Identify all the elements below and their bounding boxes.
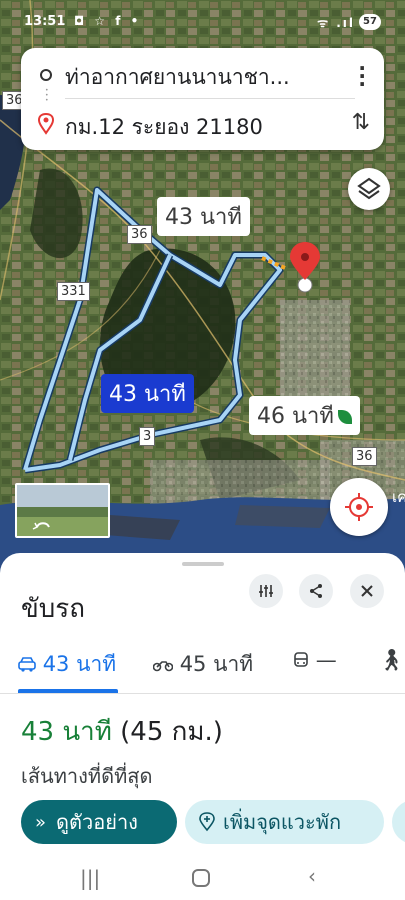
motorcycle-icon [152,661,174,672]
double-chevron-icon: » [35,811,47,833]
destination-pin-icon [38,113,54,135]
road-shield: 3 [139,427,156,446]
tab-drive-label: 43 นาที [42,652,117,676]
directions-input-card: ท่าอากาศยานนานาชา... · · · • • • กม.12 ระยอง… [21,48,384,150]
preview-label: ดูตัวอย่าง [56,810,138,834]
directions-bottom-sheet: ขับรถ 43 นาที 45 นาที — 🚶︎ 43 นาที (45 ก… [0,553,405,900]
maps-directions-screen: 36 36 331 3 36 43 นาที 43 นาที 46 นาที เ… [0,0,405,900]
tab-drive[interactable]: 43 นาที [18,648,116,681]
preview-button[interactable]: » ดูตัวอย่าง [21,800,177,844]
eco-leaf-icon [337,410,352,424]
route-label-alt2[interactable]: 46 นาที [249,396,360,435]
recent-apps-icon[interactable]: ||| [80,866,100,890]
destination-row[interactable]: กม.12 ระยอง 21180 ⇅ [21,100,384,148]
close-button[interactable] [350,574,384,608]
signal-icons: ᯤ .ıl [317,16,355,30]
add-stop-button[interactable]: เพิ่มจุดแวะพัก [185,800,384,844]
location-target-icon [345,493,373,521]
tab-transit[interactable]: — [293,648,337,672]
travel-mode-tabs: 43 นาที 45 นาที — 🚶︎ [0,638,405,694]
notification-icons: ◘ ☆ f • [74,14,142,28]
my-location-button[interactable] [330,478,388,536]
route-summary: เส้นทางที่ดีที่สุด [21,764,153,788]
road-shield: 36 [352,447,377,466]
route-label-alt2-text: 46 นาที [257,404,334,429]
route-duration: 43 นาที (45 กม.) [21,711,223,752]
road-shield: 331 [57,282,90,301]
route-label-main[interactable]: 43 นาที [101,374,194,413]
origin-row[interactable]: ท่าอากาศยานนานาชา... · · · [21,50,384,98]
origin-circle-icon [40,69,52,81]
tab-walk[interactable]: 🚶︎ 8 [378,648,405,673]
more-actions-button[interactable] [392,800,405,844]
sheet-title: ขับรถ [21,594,85,624]
kebab-menu-icon[interactable]: · · · [358,58,366,94]
close-icon [361,585,373,597]
system-nav-bar: ||| ‹ [0,858,405,900]
active-tab-indicator [18,689,118,693]
layers-button[interactable] [348,168,390,210]
duration-time: 43 นาที [21,717,112,747]
transit-icon [294,652,308,667]
back-icon[interactable]: ‹ [308,864,316,888]
status-bar: 13:51 ◘ ☆ f • ᯤ .ıl 57 [0,0,405,44]
home-icon[interactable] [192,869,210,887]
swap-vertical-icon[interactable]: ⇅ [352,110,370,135]
tab-motorcycle-label: 45 นาที [179,652,254,676]
car-icon [18,657,36,672]
route-distance: (45 กม.) [120,717,223,747]
road-shield: 36 [127,225,152,244]
layers-icon [357,177,381,200]
route-label-alt1[interactable]: 43 นาที [157,197,250,236]
battery-icon: 57 [359,14,381,30]
walk-icon: 🚶︎ [378,648,405,672]
sliders-icon [259,585,273,597]
add-stop-pin-icon [199,812,215,832]
street-view-image [17,485,108,536]
tab-motorcycle[interactable]: 45 นาที [152,648,254,681]
input-divider [65,98,355,99]
street-view-thumbnail[interactable] [15,483,110,538]
tab-transit-label: — [315,648,337,672]
status-time: 13:51 [24,14,66,29]
route-options-button[interactable] [249,574,283,608]
map-edge-label: เค [392,488,405,506]
share-icon [310,584,322,598]
destination-field[interactable]: กม.12 ระยอง 21180 [65,111,335,144]
share-button[interactable] [299,574,333,608]
sheet-drag-handle[interactable] [182,562,224,566]
origin-field[interactable]: ท่าอากาศยานนานาชา... [65,61,335,94]
add-stop-label: เพิ่มจุดแวะพัก [223,810,342,834]
